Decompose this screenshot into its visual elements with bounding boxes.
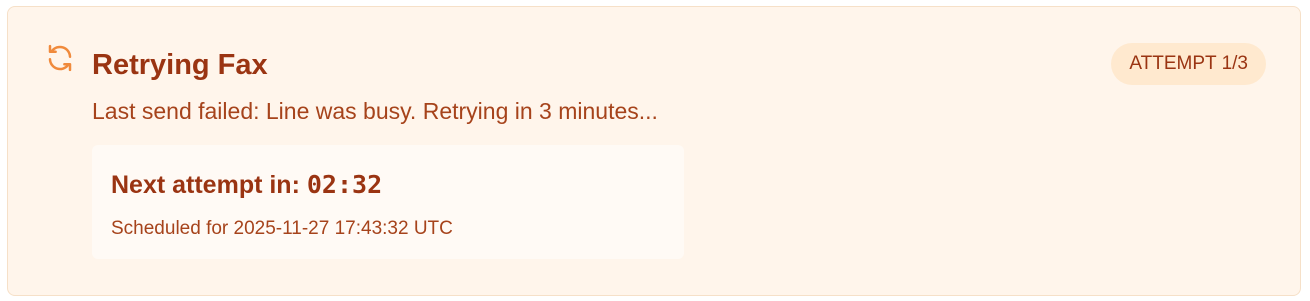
countdown-label: Next attempt in:: [111, 171, 300, 199]
countdown-line: Next attempt in: 02:32: [111, 169, 382, 201]
refresh-icon: [45, 43, 75, 73]
countdown-timer: 02:32: [306, 170, 383, 199]
scheduled-time: Scheduled for 2025-11-27 17:43:32 UTC: [111, 218, 453, 239]
countdown-panel: Next attempt in: 02:32 Scheduled for 202…: [92, 145, 684, 259]
notice-title: Retrying Fax: [92, 49, 268, 81]
attempt-badge: ATTEMPT 1/3: [1111, 43, 1266, 85]
failure-message: Last send failed: Line was busy. Retryin…: [92, 98, 658, 124]
fax-retry-notice: Retrying Fax ATTEMPT 1/3 Last send faile…: [7, 6, 1301, 296]
